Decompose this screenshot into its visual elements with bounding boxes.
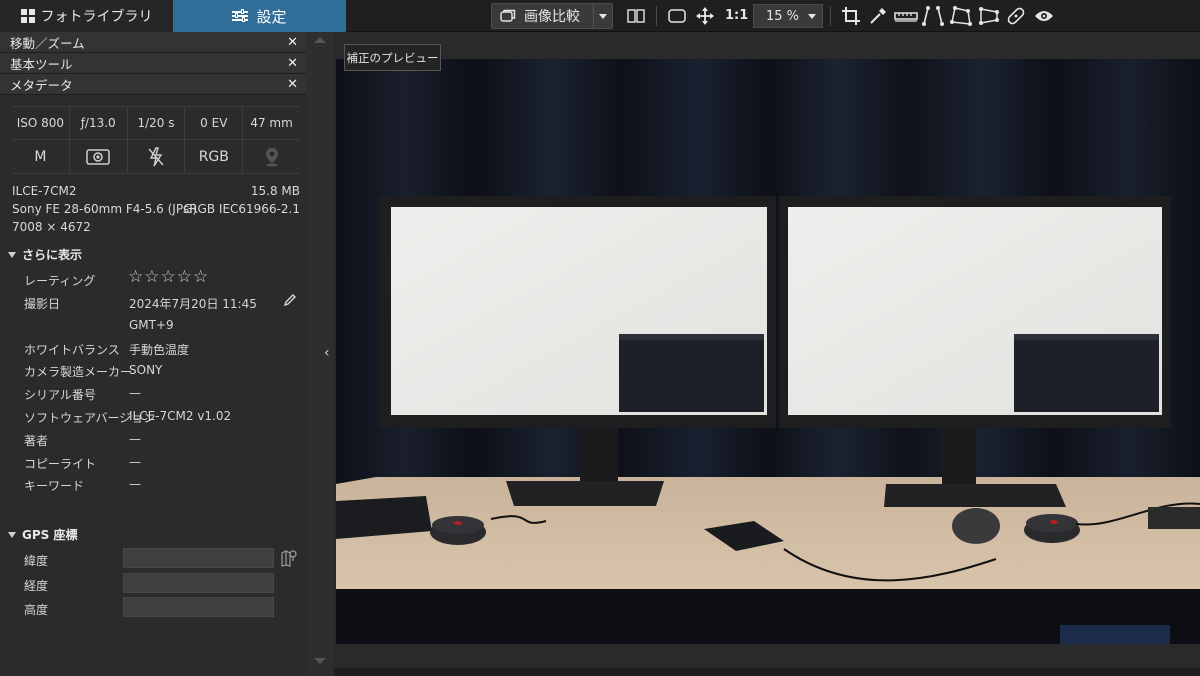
compare-label: 画像比較: [524, 9, 580, 25]
correction-preview-button[interactable]: 補正のプレビュー: [344, 44, 441, 71]
exif-shutter: 1/20 s: [128, 107, 186, 139]
date-label: 撮影日: [24, 297, 61, 311]
top-toolbar: フォトライブラリ 設定 画像比較 1:1 15 %: [0, 0, 1200, 32]
scroll-down-icon[interactable]: [314, 658, 326, 664]
pan-move-icon[interactable]: [696, 6, 714, 26]
altitude-input[interactable]: [123, 597, 274, 617]
white-balance-value: 手動色温度: [129, 343, 190, 357]
zoom-value: 15 %: [766, 8, 800, 24]
close-icon[interactable]: ✕: [287, 77, 298, 92]
zoom-select[interactable]: 15 %: [753, 4, 823, 28]
section-basic-tools-title: 基本ツール: [10, 56, 73, 72]
triangle-down-icon: [8, 251, 16, 258]
gps-title: GPS 座標: [22, 528, 78, 542]
lens-model: Sony FE 28-60mm F4-5.6 (JPG): [12, 202, 198, 216]
author-label: 著者: [24, 434, 49, 448]
sliders-icon: [232, 9, 249, 23]
longitude-input[interactable]: [123, 573, 274, 593]
white-balance-label: ホワイトバランス: [24, 343, 120, 357]
exif-ev: 0 EV: [185, 107, 244, 139]
exif-colorspace: RGB: [185, 140, 244, 173]
tab-settings[interactable]: 設定: [173, 0, 346, 32]
crop-icon[interactable]: [842, 6, 860, 26]
section-metadata-title: メタデータ: [10, 77, 73, 93]
camera-model: ILCE-7CM2: [12, 184, 77, 198]
more-toggle[interactable]: さらに表示: [8, 246, 82, 263]
healing-bandage-icon[interactable]: [1006, 6, 1026, 26]
latitude-input[interactable]: [123, 548, 274, 568]
image-dimensions: 7008 × 4672: [12, 220, 91, 234]
camera-maker-value: SONY: [129, 363, 163, 377]
file-info-line-3: 7008 × 4672: [12, 220, 300, 234]
file-info-line-2: Sony FE 28-60mm F4-5.6 (JPG) sRGB IEC619…: [12, 202, 300, 216]
keyword-value: —: [129, 477, 141, 491]
bottom-bar: [334, 668, 1200, 676]
eyedropper-icon[interactable]: [869, 6, 887, 26]
author-value: —: [129, 432, 141, 446]
perspective-free-icon[interactable]: [950, 6, 972, 26]
rating-stars[interactable]: ☆☆☆☆☆: [128, 267, 209, 287]
date-value: 2024年7月20日 11:45: [129, 297, 257, 311]
serial-label: シリアル番号: [24, 388, 96, 402]
fit-frame-icon[interactable]: [668, 6, 686, 26]
more-title: さらに表示: [22, 248, 83, 262]
close-icon[interactable]: ✕: [287, 56, 298, 71]
exif-grid: ISO 800 ƒ/13.0 1/20 s 0 EV 47 mm M RGB: [12, 106, 300, 174]
panel-scrollbar[interactable]: [306, 32, 334, 676]
chevron-down-icon: [808, 14, 816, 19]
exif-exposure-mode: M: [12, 140, 70, 173]
map-pin-icon[interactable]: [281, 549, 297, 570]
compare-dropdown-icon[interactable]: [599, 14, 607, 19]
timezone-value: GMT+9: [129, 318, 174, 332]
section-move-zoom[interactable]: 移動／ズーム ✕: [0, 32, 306, 53]
camera-maker-label: カメラ製造メーカー: [24, 365, 133, 379]
section-basic-tools[interactable]: 基本ツール ✕: [0, 53, 306, 74]
file-size: 15.8 MB: [250, 184, 300, 198]
split-view-icon[interactable]: [627, 6, 645, 26]
copyright-label: コピーライト: [24, 457, 97, 471]
location-pin-icon: [243, 140, 300, 173]
tab-settings-label: 設定: [256, 7, 287, 26]
grid-icon: [20, 9, 35, 23]
rating-label: レーティング: [24, 274, 96, 288]
photo-image: [336, 59, 1200, 644]
exif-iso: ISO 800: [12, 107, 70, 139]
keyword-label: キーワード: [24, 479, 85, 493]
serial-value: —: [129, 386, 141, 400]
collapse-panel-icon[interactable]: ‹: [324, 345, 330, 361]
section-move-zoom-title: 移動／ズーム: [10, 35, 85, 51]
zoom-1to1-button[interactable]: 1:1: [725, 8, 748, 23]
latitude-label: 緯度: [24, 554, 49, 568]
altitude-label: 高度: [24, 603, 49, 617]
perspective-vertical-icon[interactable]: [922, 6, 944, 26]
flash-off-icon: [128, 140, 186, 173]
gps-toggle[interactable]: GPS 座標: [8, 526, 77, 543]
software-value: ILCE-7CM2 v1.02: [129, 409, 232, 423]
tab-photo-library[interactable]: フォトライブラリ: [0, 0, 173, 32]
tab-photo-library-label: フォトライブラリ: [40, 9, 153, 25]
close-icon[interactable]: ✕: [287, 35, 298, 50]
file-info-line-1: ILCE-7CM2 15.8 MB: [12, 184, 300, 198]
section-metadata[interactable]: メタデータ ✕: [0, 74, 306, 95]
perspective-horizontal-icon[interactable]: [978, 6, 1000, 26]
exif-focal-length: 47 mm: [250, 116, 293, 130]
eye-preview-icon[interactable]: [1034, 6, 1054, 26]
compare-button[interactable]: 画像比較: [491, 3, 613, 29]
metering-icon: [70, 140, 128, 173]
triangle-down-icon: [8, 531, 16, 538]
straighten-icon[interactable]: [894, 6, 918, 26]
longitude-label: 経度: [24, 579, 49, 593]
photo-preview[interactable]: [336, 59, 1200, 644]
compare-icon: [500, 9, 516, 22]
copyright-value: —: [129, 455, 141, 469]
color-profile: sRGB IEC61966-2.1: [182, 202, 300, 216]
scroll-up-icon[interactable]: [314, 37, 326, 43]
edit-pencil-icon[interactable]: [283, 293, 297, 310]
exif-aperture: ƒ/13.0: [70, 107, 128, 139]
